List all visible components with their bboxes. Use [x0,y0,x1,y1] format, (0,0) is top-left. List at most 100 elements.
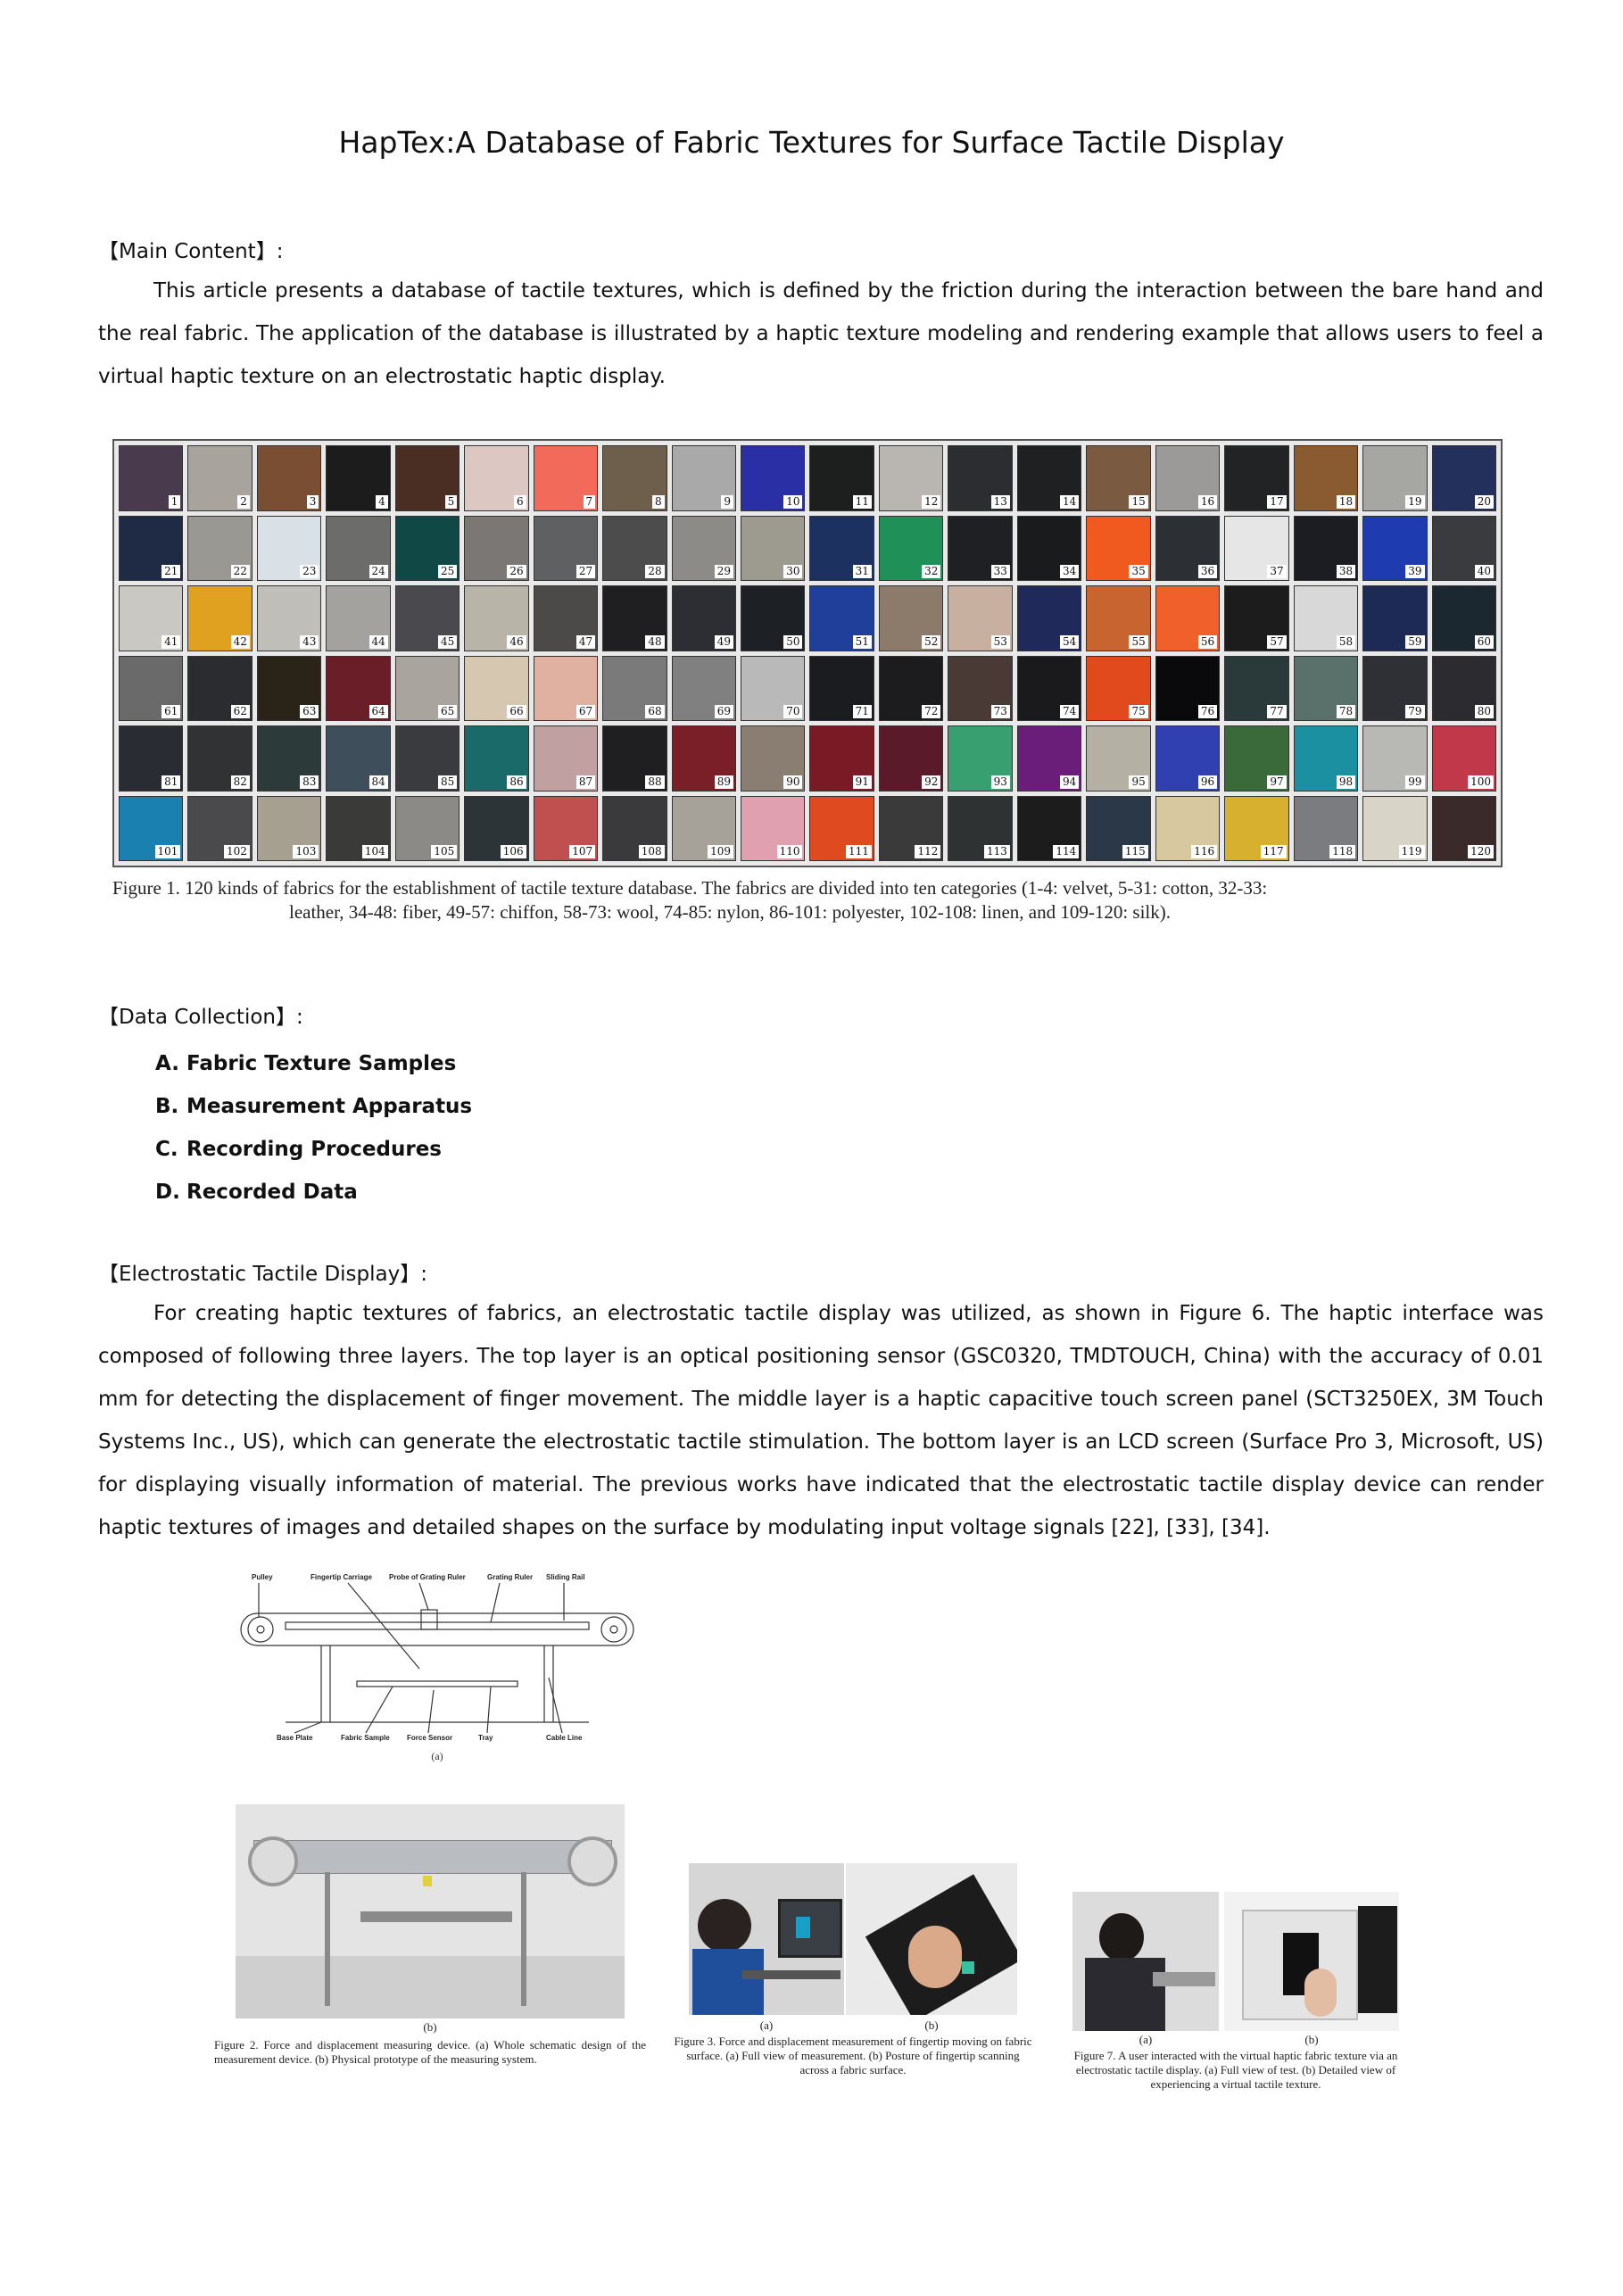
label-sliding-rail: Sliding Rail [546,1573,585,1581]
label-grating-ruler: Grating Ruler [487,1573,533,1581]
fabric-swatch: 31 [809,515,874,581]
fabric-swatch: 87 [533,725,599,792]
fabric-swatch-number: 50 [783,634,803,649]
fabric-swatch-number: 20 [1474,494,1494,509]
fabric-swatch: 109 [671,795,737,861]
fabric-swatch-number: 118 [1329,845,1356,858]
fabric-swatch: 46 [464,585,529,651]
fabric-swatch-number: 64 [368,705,388,718]
fabric-swatch: 71 [809,655,874,721]
fabric-swatch-number: 23 [300,565,319,578]
figure1-caption-line1: Figure 1. 120 kinds of fabrics for the e… [112,877,1268,899]
figure7-photo-b [1224,1892,1399,2031]
fabric-swatch-number: 56 [1197,634,1218,649]
fabric-swatch: 106 [464,795,529,861]
fabric-swatch-number: 67 [576,705,596,718]
main-content-heading: 【Main Content】: [98,240,284,263]
fabric-swatch: 22 [187,515,253,581]
fabric-swatch: 18 [1293,445,1359,511]
fabric-swatch-number: 101 [154,845,181,858]
fabric-swatch-number: 28 [645,565,665,578]
fabric-swatch: 76 [1155,655,1221,721]
fabric-swatch: 28 [602,515,667,581]
fabric-swatch: 30 [741,515,806,581]
fabric-swatch: 101 [119,795,184,861]
fabric-swatch-number: 86 [507,775,526,789]
fabric-swatch: 80 [1431,655,1496,721]
fabric-swatch: 66 [464,655,529,721]
fabric-swatch-number: 89 [714,775,734,789]
list-item: D. Recorded Data [155,1181,358,1204]
fabric-swatch-number: 90 [783,775,803,789]
fabric-swatch: 11 [809,445,874,511]
fabric-swatch-number: 120 [1468,845,1494,858]
fabric-swatch-number: 95 [1129,775,1148,789]
fabric-swatch: 50 [741,585,806,651]
fabric-swatch: 103 [256,795,322,861]
fabric-swatch: 113 [948,795,1013,861]
fabric-swatch-number: 114 [1053,845,1080,858]
fabric-swatch-number: 25 [437,565,458,578]
fabric-swatch-number: 32 [922,565,941,578]
fabric-swatch-number: 115 [1122,845,1148,858]
fabric-swatch: 6 [464,445,529,511]
fabric-swatch: 29 [671,515,737,581]
fabric-swatch-number: 53 [990,634,1010,649]
fabric-swatch: 90 [741,725,806,792]
fabric-swatch-number: 65 [437,705,458,718]
fabric-swatch-number: 88 [645,775,665,789]
fabric-swatch-number: 16 [1197,494,1218,509]
fabric-swatch-number: 104 [361,845,388,858]
fabric-swatch: 41 [119,585,184,651]
label-probe: Probe of Grating Ruler [389,1573,466,1581]
fabric-swatch: 2 [187,445,253,511]
fabric-swatch: 24 [326,515,391,581]
fabric-swatch: 65 [394,655,460,721]
fabric-swatch-number: 74 [1060,705,1080,718]
fabric-swatch-number: 72 [922,705,941,718]
fabric-swatch: 19 [1362,445,1428,511]
fabric-swatch-number: 91 [852,775,872,789]
fabric-swatch-number: 51 [852,634,872,649]
fabric-swatch-number: 77 [1267,705,1287,718]
fabric-swatch-number: 49 [714,634,734,649]
fabric-swatch: 14 [1016,445,1082,511]
figure7-sub-b: (b) [1304,2033,1319,2046]
fabric-swatch: 68 [602,655,667,721]
fabric-swatch-number: 26 [507,565,526,578]
fabric-swatch: 13 [948,445,1013,511]
fabric-swatch: 34 [1016,515,1082,581]
fabric-swatch-number: 7 [583,494,596,509]
fabric-swatch: 49 [671,585,737,651]
fabric-swatch: 119 [1362,795,1428,861]
fabric-swatch: 110 [741,795,806,861]
fabric-swatch-number: 6 [514,494,526,509]
fabric-swatch: 112 [878,795,944,861]
fabric-swatch: 84 [326,725,391,792]
fabric-swatch: 70 [741,655,806,721]
label-force-sensor: Force Sensor [407,1734,452,1742]
fabric-swatch: 56 [1155,585,1221,651]
fabric-swatch-number: 109 [708,845,734,858]
fabric-swatch: 17 [1224,445,1289,511]
fabric-swatch: 97 [1224,725,1289,792]
fabric-swatch-number: 100 [1468,775,1494,789]
electrostatic-heading: 【Electrostatic Tactile Display】: [98,1263,427,1286]
fabric-swatch-number: 113 [983,845,1010,858]
fabric-swatch: 73 [948,655,1013,721]
fabric-swatch-number: 70 [783,705,803,718]
fabric-swatch: 35 [1086,515,1151,581]
fabric-swatch-number: 15 [1129,494,1148,509]
fabric-swatch: 61 [119,655,184,721]
fabric-swatch-number: 52 [922,634,941,649]
fabric-swatch-number: 39 [1405,565,1425,578]
fabric-swatch: 82 [187,725,253,792]
fabric-swatch: 37 [1224,515,1289,581]
fabric-swatch: 111 [809,795,874,861]
fabric-swatch-number: 92 [922,775,941,789]
fabric-swatch: 107 [533,795,599,861]
fabric-swatch-number: 19 [1405,494,1425,509]
list-item: B. Measurement Apparatus [155,1095,473,1118]
fabric-swatch: 79 [1362,655,1428,721]
fabric-swatch: 108 [602,795,667,861]
